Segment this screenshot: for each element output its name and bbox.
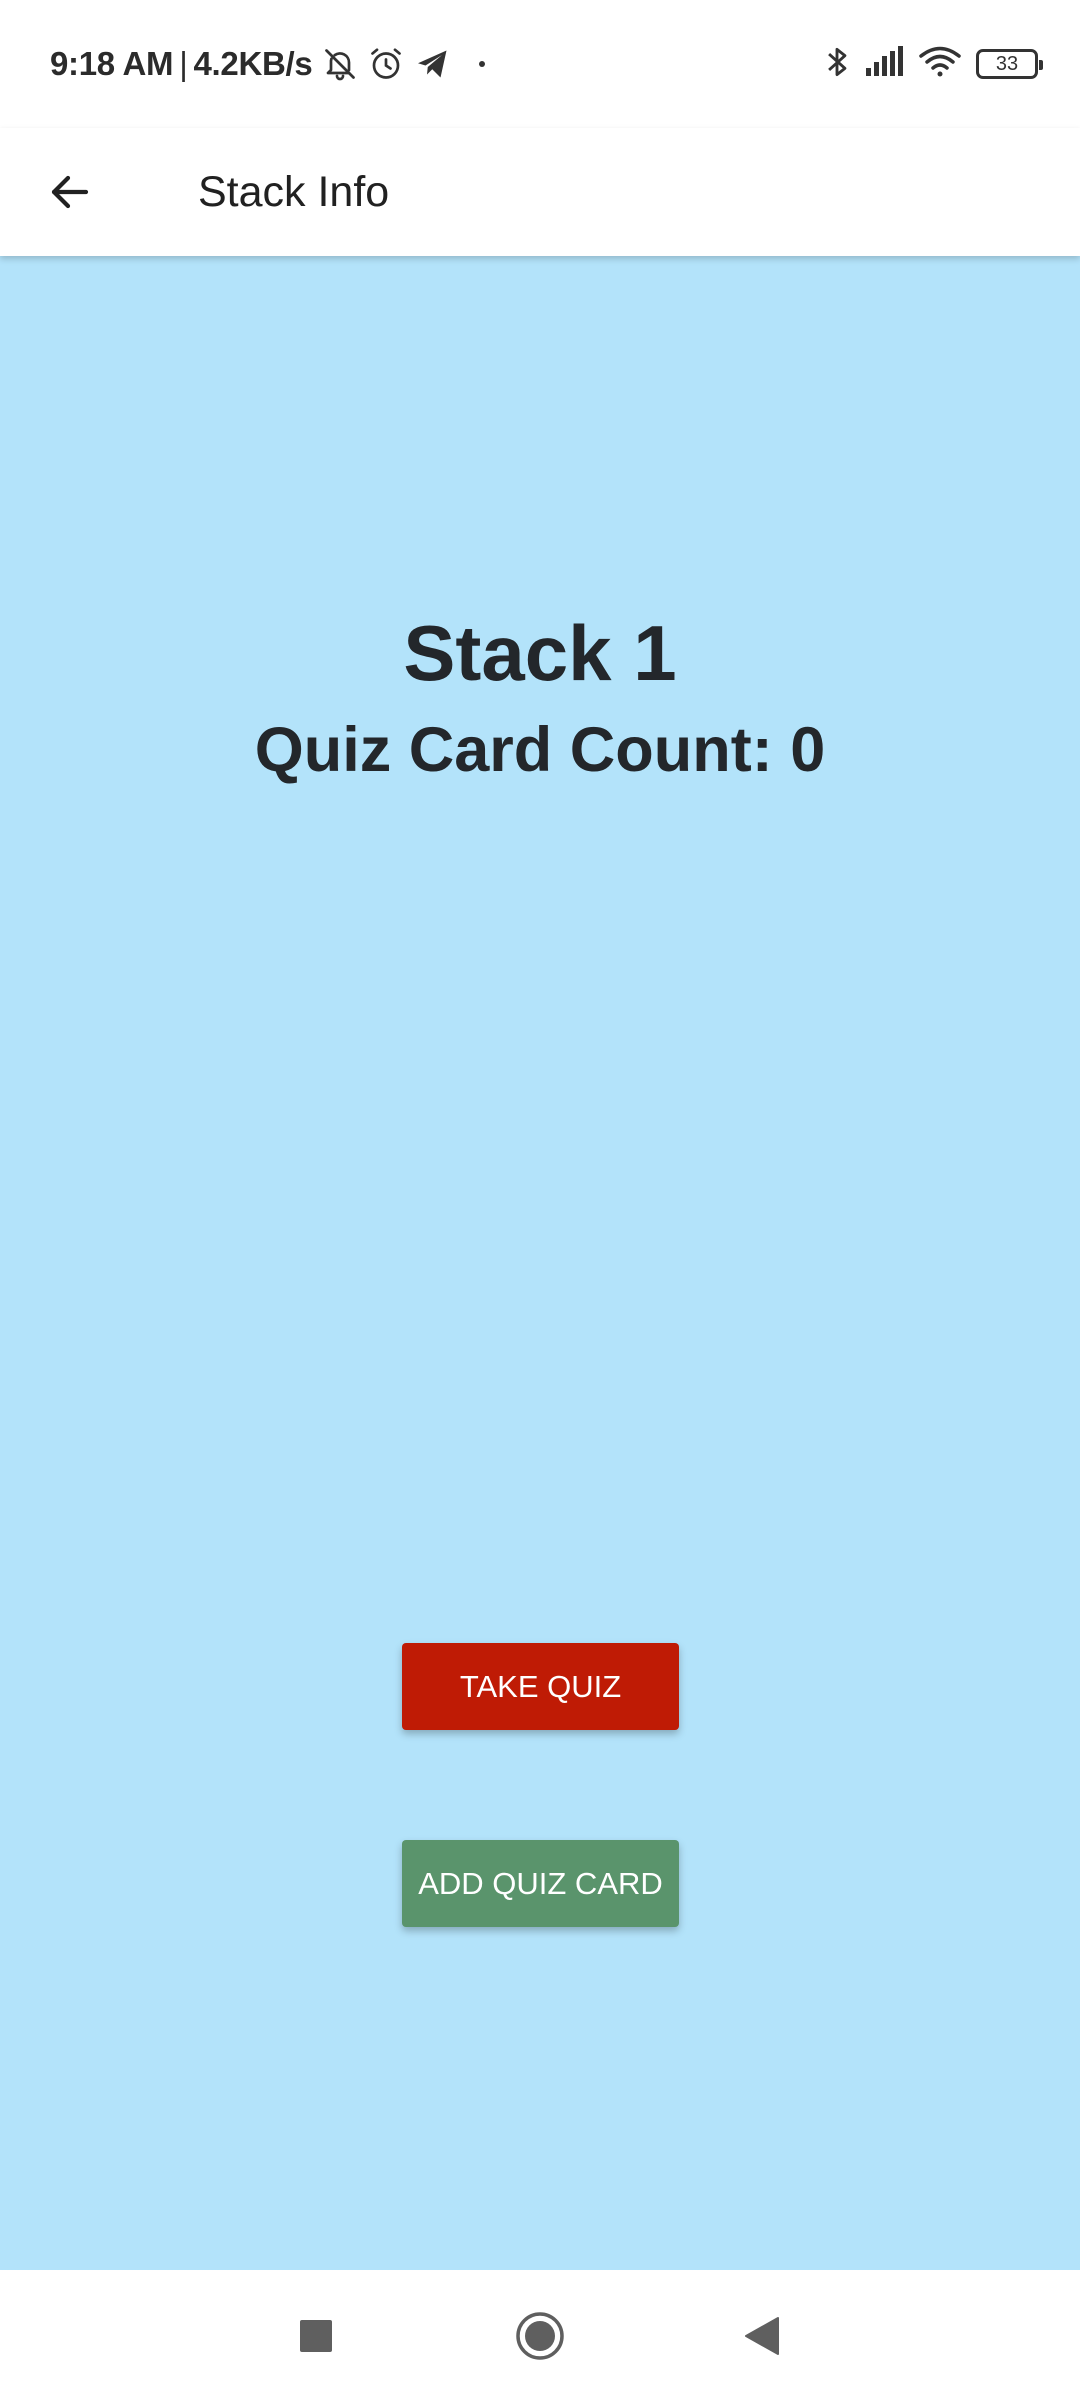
take-quiz-button[interactable]: TAKE QUIZ: [402, 1643, 679, 1730]
back-button[interactable]: [30, 154, 110, 230]
stack-info-content: Stack 1 Quiz Card Count: 0 TAKE QUIZ ADD…: [0, 256, 1080, 2270]
status-time: 9:18 AM: [50, 45, 174, 82]
quiz-card-count: Quiz Card Count: 0: [254, 715, 826, 785]
status-right: 33: [824, 40, 1043, 88]
stack-name: Stack 1: [403, 609, 677, 697]
recents-button[interactable]: [276, 2300, 356, 2372]
signal-icon: [864, 45, 904, 83]
status-network-speed: 4.2KB/s: [193, 45, 313, 82]
home-circle-icon: [516, 2312, 564, 2360]
bell-off-icon: [322, 46, 358, 82]
system-navigation-bar: [0, 2270, 1080, 2400]
battery-icon: 33: [976, 49, 1043, 79]
page-title: Stack Info: [198, 168, 390, 216]
recents-square-icon: [300, 2320, 332, 2352]
home-button[interactable]: [500, 2300, 580, 2372]
arrow-back-icon: [51, 175, 89, 209]
app-bar: Stack Info: [0, 128, 1080, 256]
battery-level: 33: [995, 52, 1019, 75]
telegram-icon: [414, 46, 452, 82]
back-triangle-icon: [745, 2317, 779, 2355]
bluetooth-icon: [824, 43, 850, 86]
status-left: 9:18 AM | 4.2KB/s: [50, 38, 486, 90]
dot-icon: [478, 60, 486, 68]
status-separator: |: [179, 45, 188, 82]
add-quiz-card-button[interactable]: ADD QUIZ CARD: [402, 1840, 679, 1927]
status-bar: 9:18 AM | 4.2KB/s 33: [0, 0, 1080, 128]
wifi-icon: [918, 45, 962, 84]
alarm-icon: [368, 46, 404, 82]
screen: 9:18 AM | 4.2KB/s 33 Stack Info Stack 1 …: [0, 0, 1080, 2400]
system-back-button[interactable]: [722, 2300, 802, 2372]
